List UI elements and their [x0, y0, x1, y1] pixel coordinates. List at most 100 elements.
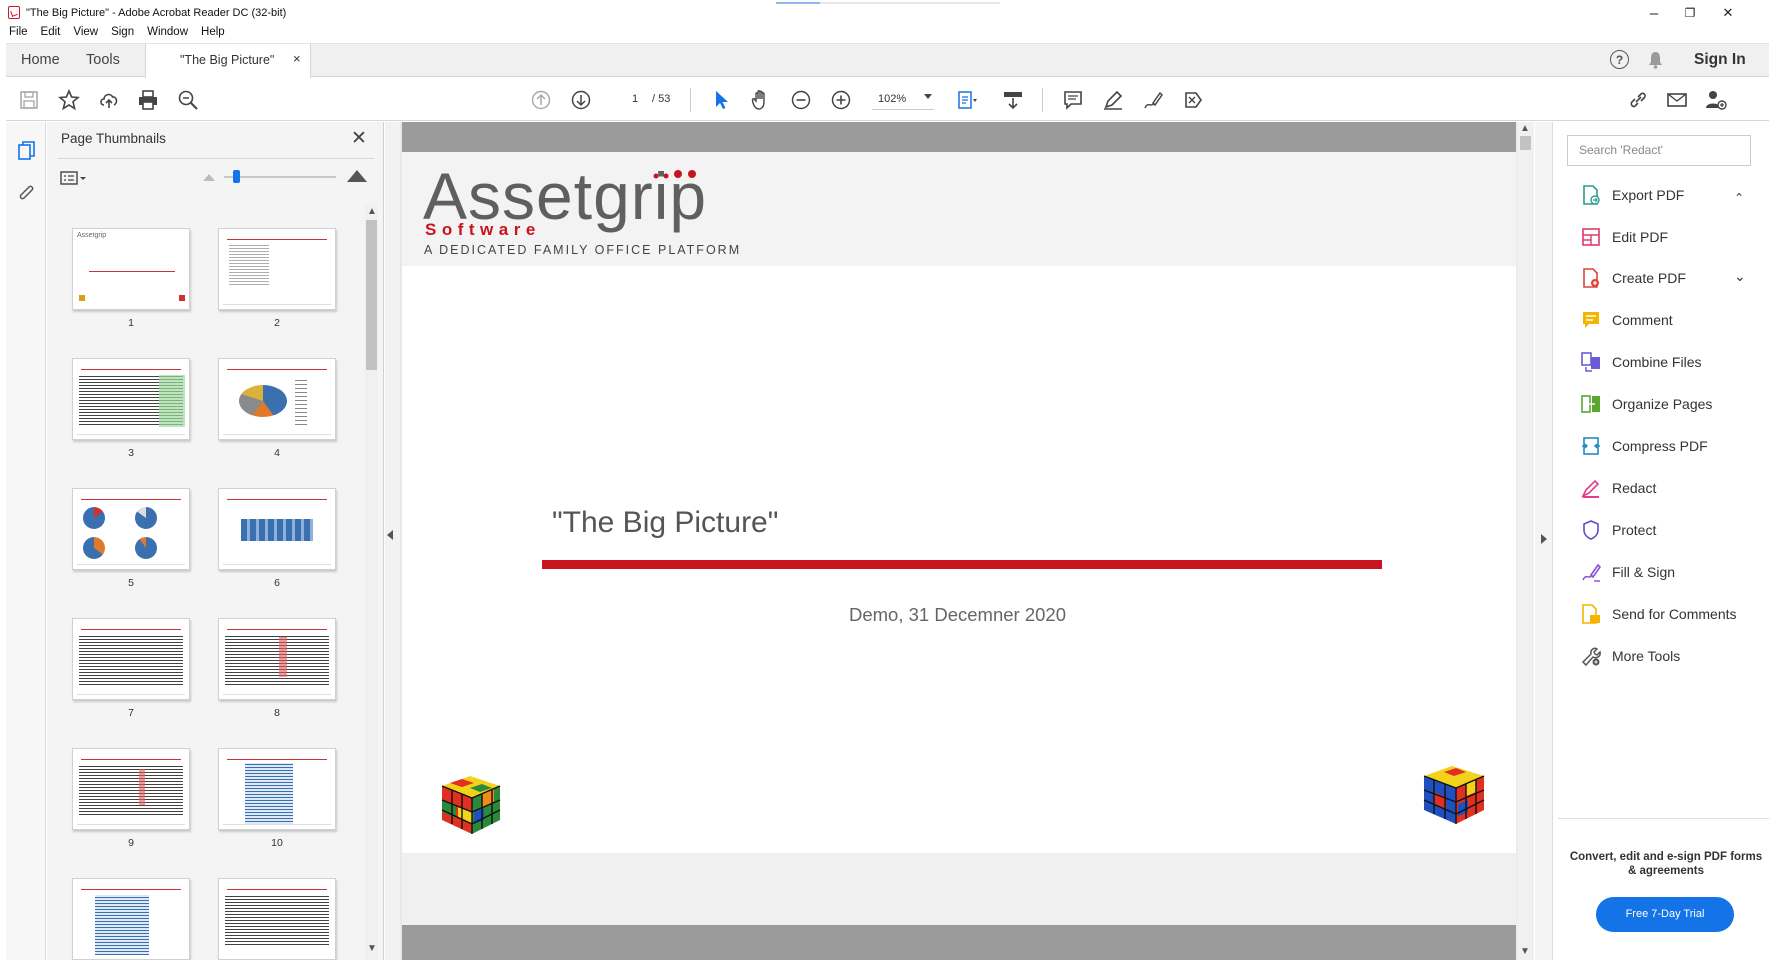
tool-label: Export PDF [1612, 187, 1685, 203]
rubiks-cube-image-left [441, 776, 501, 834]
sign-pen-icon[interactable] [1140, 87, 1166, 113]
page-thumbnail[interactable] [72, 488, 190, 570]
thumbnail-smaller-icon[interactable] [203, 174, 215, 181]
thumbnail-larger-icon[interactable] [347, 170, 367, 182]
tool-compress-pdf[interactable]: Compress PDF [1580, 433, 1760, 459]
collapse-right-pane-icon[interactable] [1541, 534, 1547, 544]
sign-in-button[interactable]: Sign In [1694, 51, 1746, 69]
tool-create-pdf[interactable]: Create PDF [1580, 265, 1760, 291]
menu-bar: File Edit View Sign Window Help [8, 26, 226, 42]
toolbar-divider [690, 88, 691, 112]
thumbnail-page-number: 1 [128, 317, 134, 329]
shield-icon [1583, 520, 1599, 540]
slider-handle[interactable] [233, 170, 240, 183]
hand-tool-icon[interactable] [748, 87, 774, 113]
acrobat-app-icon [8, 6, 20, 19]
tools-search-input[interactable]: Search 'Redact' [1567, 135, 1751, 166]
combine-files-icon [1581, 352, 1600, 372]
tool-more-tools[interactable]: More Tools [1580, 643, 1760, 669]
tool-label: Organize Pages [1612, 396, 1713, 412]
tool-comment[interactable]: Comment [1580, 307, 1760, 333]
thumbnail-size-slider[interactable] [224, 176, 336, 178]
menu-help[interactable]: Help [200, 26, 226, 42]
page-thumbnail[interactable] [72, 748, 190, 830]
previous-page-icon[interactable] [528, 87, 554, 113]
page-thumbnail[interactable] [218, 748, 336, 830]
zoom-out-icon[interactable] [788, 87, 814, 113]
page-number-input[interactable]: 1 [620, 88, 650, 110]
scroll-up-arrow-icon[interactable]: ▲ [1520, 123, 1530, 134]
page-thumbnail[interactable]: Assetgrip [72, 228, 190, 310]
page-thumbnail[interactable] [218, 488, 336, 570]
restore-button[interactable]: ❐ [1672, 2, 1708, 24]
tool-redact[interactable]: Redact [1580, 475, 1760, 501]
close-window-button[interactable]: ✕ [1710, 2, 1746, 24]
email-icon[interactable] [1664, 87, 1690, 113]
bookmark-star-icon[interactable] [56, 87, 82, 113]
scroll-up-arrow-icon[interactable]: ▲ [367, 206, 377, 217]
zoom-in-icon[interactable] [828, 87, 854, 113]
attachment-paperclip-icon[interactable] [17, 183, 37, 205]
scrollbar-thumb[interactable] [1520, 136, 1531, 150]
tools-divider [1558, 818, 1769, 819]
menu-sign[interactable]: Sign [110, 26, 135, 42]
chevron-down-icon[interactable]: ⌄ [1734, 268, 1746, 285]
thumbnails-panel-title: Page Thumbnails [61, 131, 166, 146]
scrollbar-thumb[interactable] [366, 220, 377, 370]
tool-combine-files[interactable]: Combine Files [1580, 349, 1760, 375]
find-zoom-icon[interactable] [175, 87, 201, 113]
thumbnail-options-icon[interactable] [60, 170, 88, 186]
document-scrollbar[interactable] [1517, 122, 1534, 960]
minimize-button[interactable]: – [1636, 2, 1672, 24]
comment-icon[interactable] [1060, 87, 1086, 113]
free-trial-button[interactable]: Free 7-Day Trial [1596, 897, 1734, 932]
scroll-down-arrow-icon[interactable]: ▼ [367, 943, 377, 954]
chevron-up-icon[interactable]: ⌄ [1734, 190, 1744, 204]
tool-export-pdf[interactable]: Export PDF [1580, 182, 1760, 208]
save-icon[interactable] [16, 87, 42, 113]
page-thumbnail[interactable] [218, 618, 336, 700]
tab-home[interactable]: Home [21, 52, 60, 68]
tool-label: Protect [1612, 522, 1657, 538]
close-tab-icon[interactable]: × [293, 51, 301, 66]
page-thumbnail[interactable] [218, 228, 336, 310]
print-icon[interactable] [135, 87, 161, 113]
page-thumbnail[interactable] [72, 618, 190, 700]
tool-edit-pdf[interactable]: Edit PDF [1580, 224, 1760, 250]
tool-protect[interactable]: Protect [1580, 517, 1760, 543]
page-display-icon[interactable] [954, 87, 980, 113]
tool-send-for-comments[interactable]: Send for Comments [1580, 601, 1760, 627]
notification-bell-icon[interactable] [1648, 51, 1663, 69]
page-thumbnail[interactable] [218, 358, 336, 440]
collapse-left-panel-icon[interactable] [387, 530, 393, 540]
help-icon[interactable]: ? [1610, 50, 1629, 69]
tab-tools[interactable]: Tools [86, 52, 120, 68]
thumbnail-page-number: 7 [128, 707, 134, 719]
title-progress-bar [776, 2, 1000, 4]
select-cursor-icon[interactable] [708, 87, 734, 113]
cloud-upload-icon[interactable] [96, 87, 122, 113]
tool-label: Fill & Sign [1612, 564, 1676, 580]
document-tab-label[interactable]: "The Big Picture" [180, 53, 274, 67]
menu-window[interactable]: Window [146, 26, 189, 42]
scroll-down-arrow-icon[interactable]: ▼ [1520, 946, 1530, 957]
scroll-mode-icon[interactable] [1000, 87, 1026, 113]
page-thumbnail[interactable] [72, 878, 190, 960]
menu-edit[interactable]: Edit [40, 26, 62, 42]
tool-organize-pages[interactable]: Organize Pages [1580, 391, 1760, 417]
zoom-level-select[interactable]: 102% [872, 88, 934, 110]
page-thumbnail[interactable] [218, 878, 336, 960]
redact-tag-icon[interactable] [1180, 87, 1206, 113]
highlight-pen-icon[interactable] [1100, 87, 1126, 113]
page-thumbnail[interactable] [72, 358, 190, 440]
tool-fill-sign[interactable]: Fill & Sign [1580, 559, 1760, 585]
page-thumbnails-icon[interactable] [17, 140, 37, 162]
next-page-icon[interactable] [568, 87, 594, 113]
chevron-down-icon[interactable] [924, 94, 932, 99]
menu-view[interactable]: View [72, 26, 99, 42]
add-user-icon[interactable] [1703, 87, 1729, 113]
logo-tagline: A DEDICATED FAMILY OFFICE PLATFORM [424, 243, 742, 257]
menu-file[interactable]: File [8, 26, 29, 42]
share-link-icon[interactable] [1625, 87, 1651, 113]
close-panel-icon[interactable]: ✕ [351, 127, 367, 150]
